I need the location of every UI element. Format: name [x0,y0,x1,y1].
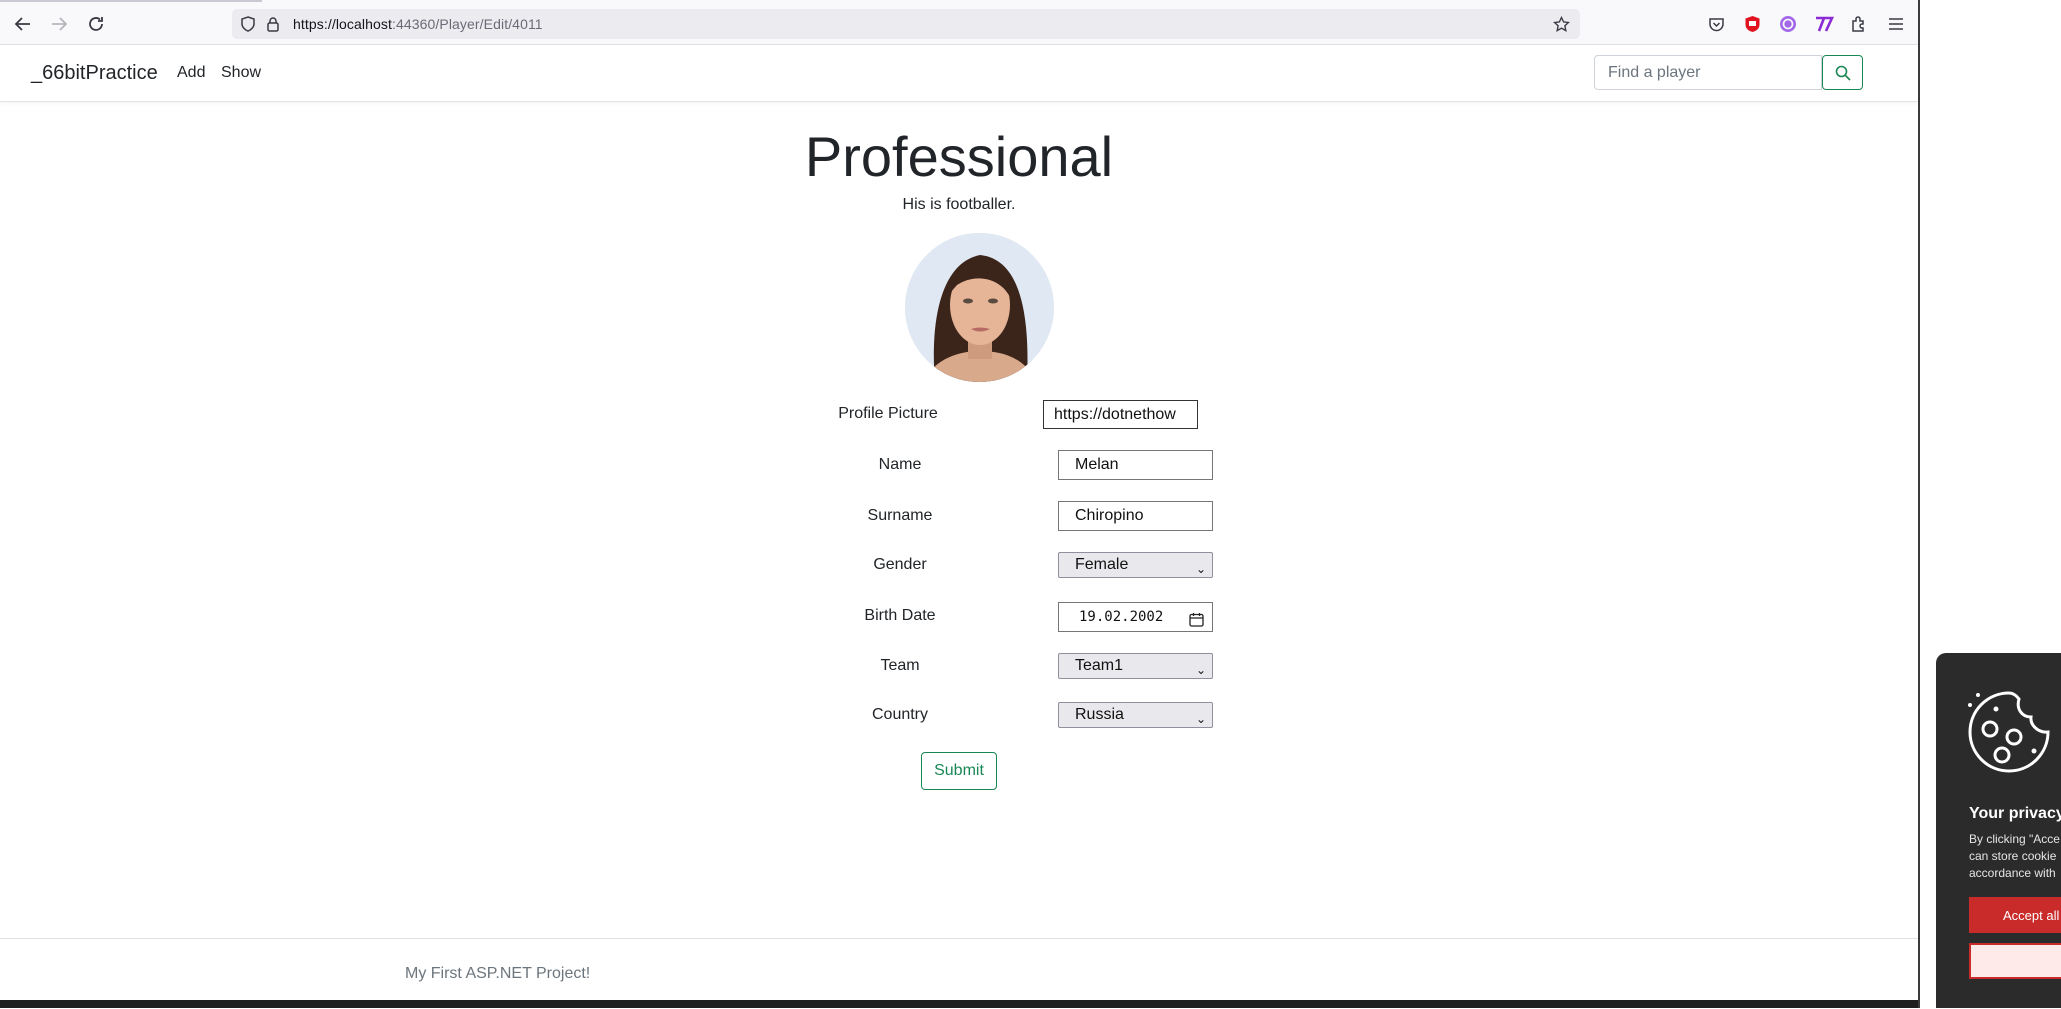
lock-icon[interactable] [264,15,282,33]
site-footer: My First ASP.NET Project! [0,938,1918,1009]
bookmark-star-icon[interactable] [1552,15,1570,33]
cookie-consent-banner: Your privacy By clicking "Acce can store… [1936,653,2061,1008]
country-select[interactable]: Russia ⌄ [1058,702,1213,728]
profile-picture-input[interactable]: https://dotnethow [1043,400,1198,429]
ublock-icon[interactable] [1742,14,1762,34]
extensions-puzzle-icon[interactable] [1849,14,1869,34]
surname-label: Surname [867,507,933,524]
footer-text: My First ASP.NET Project! [405,965,591,982]
address-bar[interactable]: https://localhost:44360/Player/Edit/4011 [232,9,1580,39]
url-text[interactable]: https://localhost:44360/Player/Edit/4011 [293,16,543,32]
active-tab-indicator [0,0,262,2]
page-content: _66bitPractice Add Show Find a player Pr… [0,45,1918,1008]
country-value: Russia [1075,706,1124,723]
birth-date-input[interactable]: 19.02.2002 [1058,602,1213,632]
birth-date-value: 19.02.2002 [1079,609,1164,625]
forward-icon[interactable] [48,13,70,35]
name-input[interactable]: Melan [1058,450,1213,480]
page-title: Professional [804,125,1114,188]
chevron-down-icon: ⌄ [1195,663,1206,677]
search-icon [1835,65,1851,81]
team-label: Team [880,657,920,674]
reload-icon[interactable] [85,13,107,35]
nav-link-add[interactable]: Add [177,64,205,82]
gender-label: Gender [873,556,927,573]
pocket-icon[interactable] [1706,14,1726,34]
nav-link-show[interactable]: Show [221,64,261,82]
calendar-icon[interactable] [1189,609,1204,631]
page-subtitle: His is footballer. [902,196,1016,213]
profile-picture-label: Profile Picture [838,405,938,422]
back-icon[interactable] [12,13,34,35]
site-navbar: _66bitPractice Add Show Find a player [0,45,1918,102]
submit-button[interactable]: Submit [921,752,997,790]
profile-avatar [905,233,1054,382]
cookie-text: By clicking "Acce can store cookie accor… [1969,832,2060,880]
browser-toolbar: https://localhost:44360/Player/Edit/4011 [0,0,1918,45]
extension-purple-icon[interactable] [1778,14,1798,34]
search-button[interactable] [1822,55,1863,90]
country-label: Country [871,706,929,723]
extension-seven-icon[interactable] [1813,14,1835,34]
chevron-down-icon: ⌄ [1195,562,1206,576]
surname-input[interactable]: Chiropino [1058,501,1213,531]
cookie-title: Your privacy [1969,805,2061,822]
chevron-down-icon: ⌄ [1195,712,1206,726]
cookie-secondary-button[interactable] [1969,943,2061,979]
name-label: Name [878,456,922,473]
shield-icon[interactable] [239,15,257,33]
cookie-icon [1964,687,2054,777]
birth-date-label: Birth Date [864,607,936,624]
gender-value: Female [1075,556,1129,573]
gender-select[interactable]: Female ⌄ [1058,552,1213,578]
os-taskbar [0,1000,1918,1008]
team-select[interactable]: Team1 ⌄ [1058,653,1213,679]
team-value: Team1 [1075,657,1124,674]
menu-hamburger-icon[interactable] [1886,14,1906,34]
brand-link[interactable]: _66bitPractice [31,62,158,85]
cookie-accept-button[interactable]: Accept all [1969,897,2061,933]
search-input[interactable]: Find a player [1594,55,1822,90]
